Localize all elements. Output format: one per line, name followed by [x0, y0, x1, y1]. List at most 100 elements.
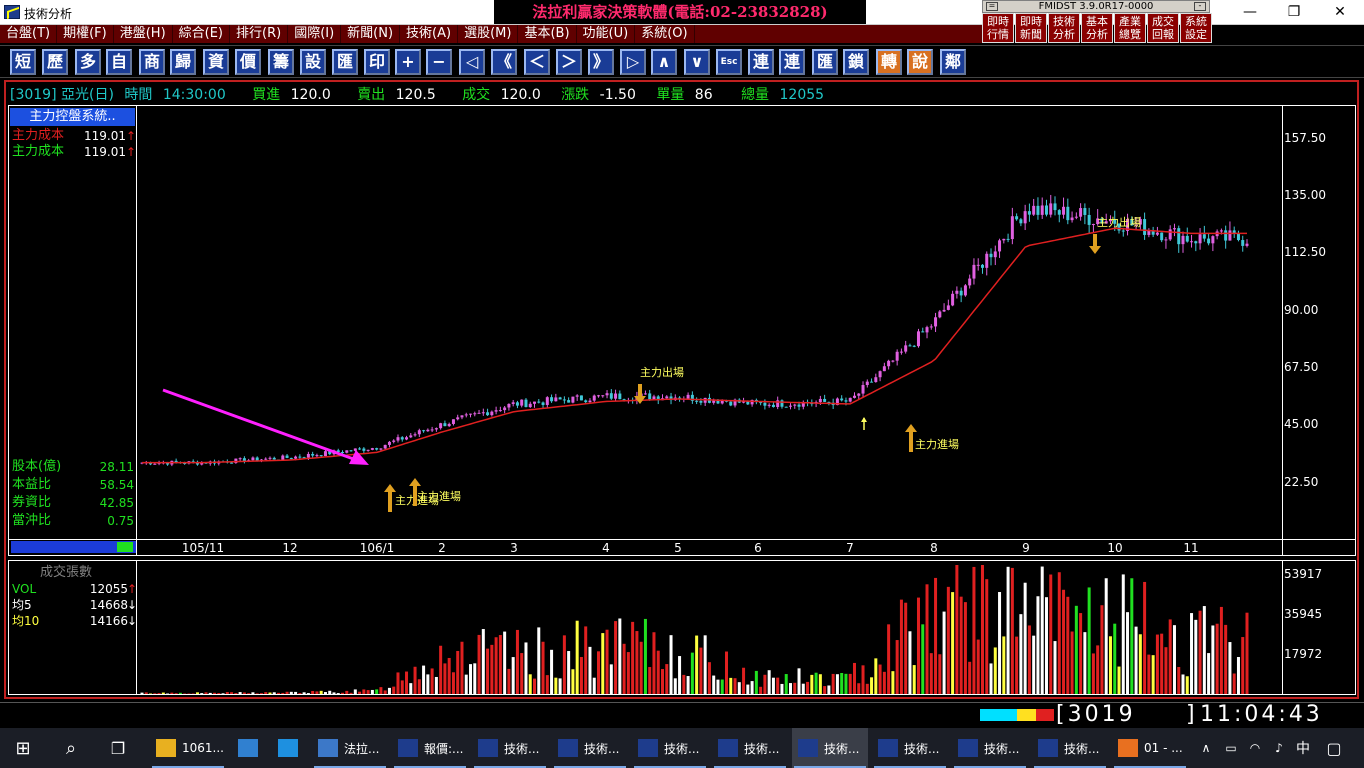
taskbar-item[interactable]: 技術... [792, 728, 868, 768]
toolbar-button[interactable]: 鄰 [940, 49, 966, 75]
volume-bar [1083, 632, 1087, 694]
taskbar-item[interactable]: 技術... [632, 728, 708, 768]
toolbar-button[interactable]: + [395, 49, 421, 75]
taskbar-item[interactable]: 技術... [952, 728, 1028, 768]
toolbar-button[interactable]: 》 [588, 49, 614, 75]
tray-expand-icon[interactable]: ∧ [1198, 728, 1214, 768]
notification-icon[interactable]: ▢ [1324, 728, 1344, 768]
candle [281, 454, 285, 460]
taskbar-item[interactable]: 技術... [472, 728, 548, 768]
menu-item[interactable]: 系統(O) [635, 25, 695, 43]
toolbar-button[interactable]: − [426, 49, 452, 75]
toolbar-button[interactable]: 《 [491, 49, 517, 75]
toolbar-button[interactable]: ◁ [459, 49, 485, 75]
toolbar-button[interactable]: 連 [779, 49, 805, 75]
menu-item[interactable]: 基本(B) [518, 25, 577, 43]
menu-item[interactable]: 選股(M) [458, 25, 519, 43]
close-button[interactable]: ✕ [1320, 2, 1360, 22]
price-xtick: 2 [438, 541, 446, 555]
network-icon[interactable]: ▭ [1222, 728, 1240, 768]
volume-bar [422, 665, 426, 694]
task-view-icon[interactable]: ❐ [106, 728, 130, 768]
toolbar-button[interactable]: 鎖 [843, 49, 869, 75]
toolbar-button[interactable]: 商 [139, 49, 165, 75]
taskbar-item[interactable]: 技術... [712, 728, 788, 768]
taskbar-item[interactable]: 1061... [150, 728, 226, 768]
toolbar-button[interactable]: Esc [716, 49, 742, 75]
taskbar-item[interactable]: 報價:... [392, 728, 468, 768]
toolbar-button[interactable]: 資 [203, 49, 229, 75]
taskbar-item[interactable]: 技術... [1032, 728, 1108, 768]
toolbar-button[interactable]: 連 [748, 49, 774, 75]
menu-item[interactable]: 技術(A) [400, 25, 459, 43]
menu-item[interactable]: 港盤(H) [114, 25, 173, 43]
price-chart[interactable]: 主力出場主力出場主力進場主力進場主力進場 [137, 106, 1282, 539]
toolbar-button[interactable]: 匯 [332, 49, 358, 75]
volume-icon[interactable]: ♪ [1270, 728, 1288, 768]
quick-button[interactable]: 系統 設定 [1180, 13, 1212, 43]
version-bar: = FMIDST 3.9.0R17-0000 - [982, 0, 1210, 13]
volume-bar [669, 635, 673, 694]
toolbar-button[interactable]: 說 [907, 49, 933, 75]
candle [801, 400, 805, 410]
toolbar-button[interactable]: 匯 [812, 49, 838, 75]
start-button[interactable]: ⊞ [10, 728, 36, 768]
version-close-button[interactable]: - [1194, 2, 1206, 11]
toolbar-button[interactable]: ∨ [684, 49, 710, 75]
taskbar-item[interactable]: 法拉... [312, 728, 388, 768]
taskbar-item[interactable]: 技術... [552, 728, 628, 768]
quick-button[interactable]: 即時 行情 [982, 13, 1014, 43]
menu-item[interactable]: 新聞(N) [341, 25, 401, 43]
toolbar-button[interactable]: ▷ [620, 49, 646, 75]
toolbar-button[interactable]: ＜ [524, 49, 550, 75]
version-minimize-button[interactable]: = [986, 2, 998, 11]
taskbar-item-label: 技術... [1064, 741, 1100, 756]
volume-bar [916, 597, 920, 694]
quick-button[interactable]: 成交 回報 [1147, 13, 1179, 43]
menu-item[interactable]: 期權(F) [57, 25, 114, 43]
quick-button[interactable]: 產業 總覽 [1114, 13, 1146, 43]
candle [413, 432, 417, 437]
taskbar-item[interactable]: 技術... [872, 728, 948, 768]
toolbar-button[interactable]: 印 [364, 49, 390, 75]
menu-item[interactable]: 功能(U) [577, 25, 636, 43]
taskbar-item[interactable]: 01 - ... [1112, 728, 1188, 768]
menu-item[interactable]: 排行(R) [230, 25, 289, 43]
volume-title: 成交張數 [40, 565, 93, 580]
search-icon[interactable]: ⌕ [60, 728, 82, 768]
toolbar-button[interactable]: 自 [106, 49, 132, 75]
volume-bar [980, 565, 984, 694]
volume-bar [247, 693, 251, 694]
toolbar-button[interactable]: 短 [10, 49, 36, 75]
volume-bar [1104, 578, 1108, 694]
quick-button[interactable]: 基本 分析 [1081, 13, 1113, 43]
candle [345, 450, 349, 454]
toolbar-button[interactable]: 歷 [42, 49, 68, 75]
toolbar-button[interactable]: ＞ [556, 49, 582, 75]
ime-indicator[interactable]: 中 [1294, 728, 1312, 768]
signal-marker: 主力出場 [1089, 215, 1141, 254]
toolbar-button[interactable]: 轉 [876, 49, 902, 75]
toolbar-button[interactable]: ∧ [651, 49, 677, 75]
quick-button[interactable]: 即時 新聞 [1015, 13, 1047, 43]
menu-item[interactable]: 台盤(T) [0, 25, 58, 43]
quick-button[interactable]: 技術 分析 [1048, 13, 1080, 43]
menu-item[interactable]: 國際(I) [288, 25, 342, 43]
volume-chart[interactable] [137, 561, 1282, 694]
wifi-icon[interactable]: ◠ [1246, 728, 1264, 768]
toolbar-button[interactable]: 價 [235, 49, 261, 75]
system-title[interactable]: 主力控盤系統.. [10, 108, 135, 126]
menu-item[interactable]: 綜合(E) [173, 25, 230, 43]
toolbar-button[interactable]: 設 [300, 49, 326, 75]
toolbar-button[interactable]: 籌 [268, 49, 294, 75]
volume-bar [1032, 635, 1036, 694]
taskbar-item[interactable] [232, 728, 268, 768]
taskbar-item[interactable] [272, 728, 308, 768]
toolbar-button[interactable]: 歸 [170, 49, 196, 75]
toolbar-button[interactable]: 多 [75, 49, 101, 75]
candle [865, 379, 869, 388]
candle [460, 415, 464, 420]
candle [972, 258, 976, 285]
minimize-button[interactable]: — [1230, 2, 1270, 22]
maximize-button[interactable]: ❐ [1274, 2, 1314, 22]
